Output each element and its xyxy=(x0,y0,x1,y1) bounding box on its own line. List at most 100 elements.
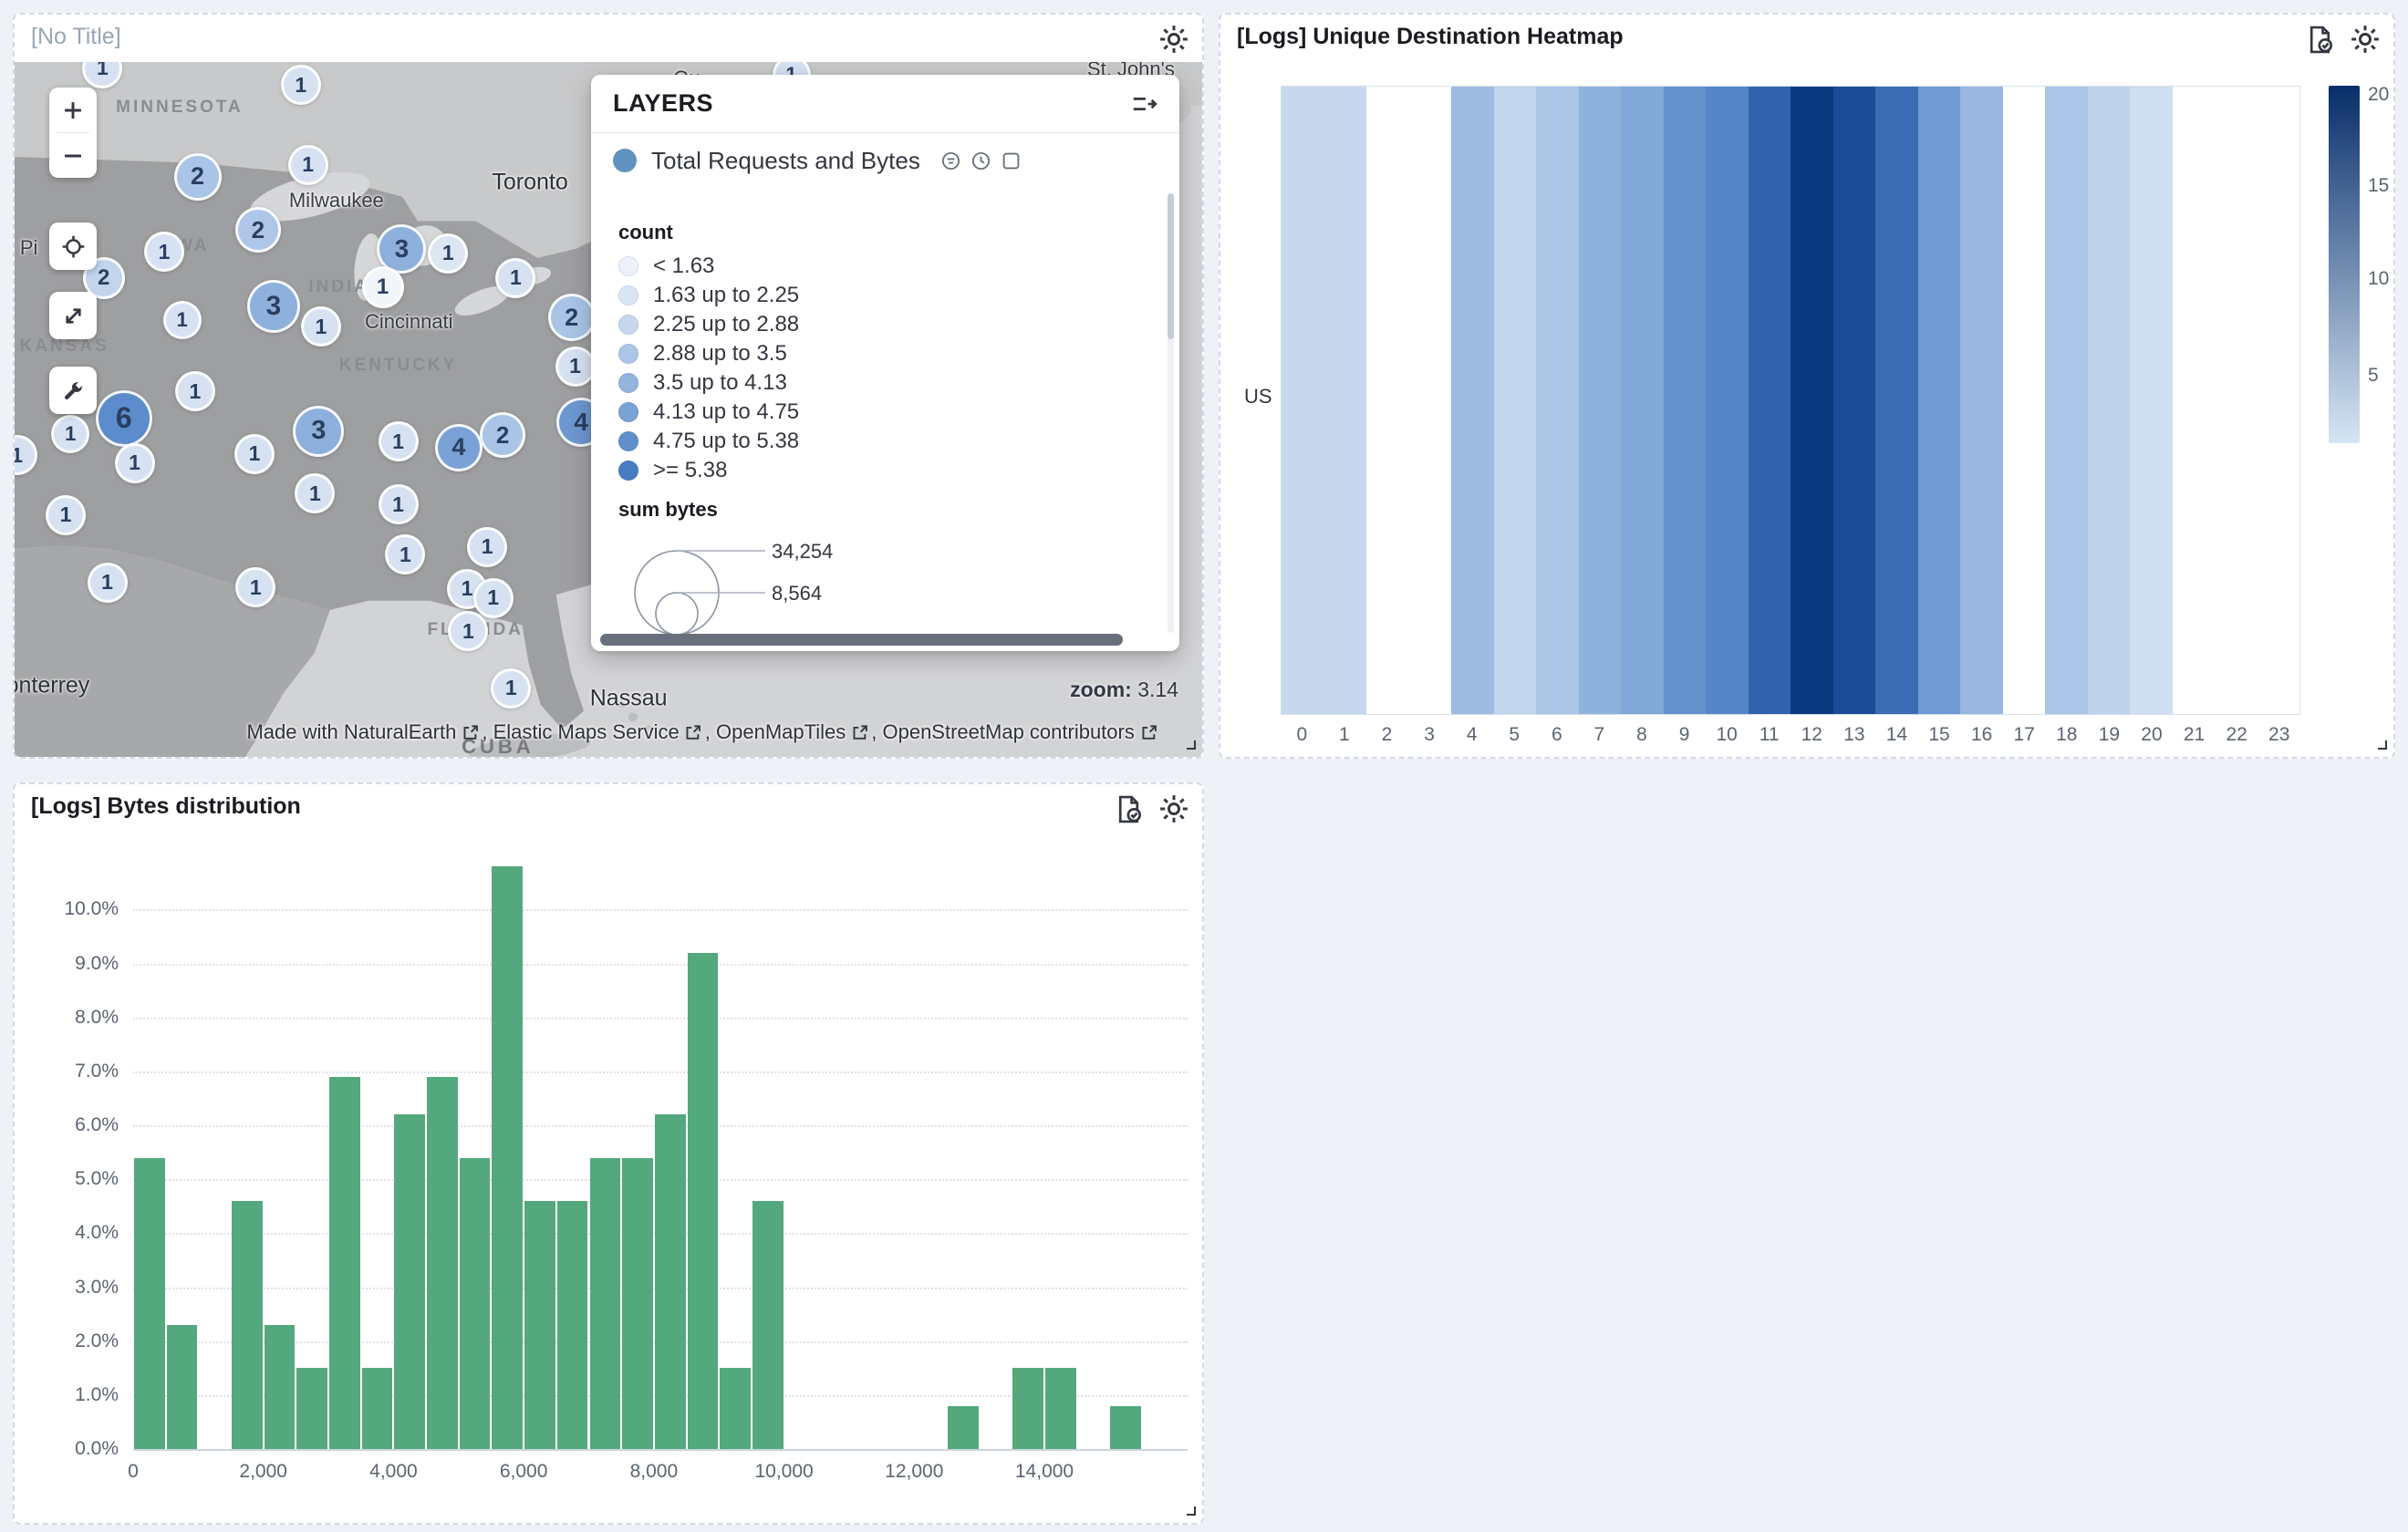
map-cluster[interactable]: 1 xyxy=(234,434,275,474)
heatmap-cell[interactable] xyxy=(1409,87,1452,714)
heatmap-cell[interactable] xyxy=(1579,87,1622,714)
resize-handle[interactable] xyxy=(1179,733,1198,754)
attribution-link[interactable]: NaturalEarth xyxy=(344,720,457,744)
zoom-in-button[interactable] xyxy=(49,88,97,132)
attribution-link[interactable]: OpenStreetMap contributors xyxy=(882,720,1134,744)
map-cluster[interactable]: 3 xyxy=(247,280,300,333)
attribution-link[interactable]: OpenMapTiles xyxy=(716,720,846,744)
histogram-bar[interactable] xyxy=(1045,1368,1076,1449)
map-cluster[interactable]: 1 xyxy=(301,306,341,347)
layer-row[interactable]: Total Requests and Bytes xyxy=(591,133,1179,188)
map-cluster[interactable]: 1 xyxy=(288,145,328,185)
histogram-bar[interactable] xyxy=(296,1368,327,1449)
set-view-button[interactable] xyxy=(49,223,97,270)
panel-title-heatmap[interactable]: [Logs] Unique Destination Heatmap xyxy=(1237,24,1624,50)
histogram-bar[interactable] xyxy=(329,1077,360,1449)
histogram-bar[interactable] xyxy=(720,1368,751,1449)
heatmap-cell[interactable] xyxy=(1960,87,2003,714)
histogram-bar[interactable] xyxy=(394,1114,425,1449)
panel-title-map[interactable]: [No Title] xyxy=(31,24,121,50)
layer-checkbox-icon[interactable] xyxy=(1001,150,1022,171)
gear-icon[interactable] xyxy=(1157,22,1191,57)
map-cluster[interactable]: 1 xyxy=(235,567,275,607)
map-cluster[interactable]: 3 xyxy=(293,406,344,457)
heatmap-cell[interactable] xyxy=(2173,87,2216,714)
map-cluster[interactable]: 1 xyxy=(379,421,419,461)
histogram-bar[interactable] xyxy=(752,1201,784,1449)
heatmap-cell[interactable] xyxy=(2045,87,2088,714)
heatmap-cell[interactable] xyxy=(2258,87,2300,714)
histogram-bar[interactable] xyxy=(622,1158,653,1450)
vertical-scrollbar-thumb[interactable] xyxy=(1168,193,1174,339)
map-cluster[interactable]: 1 xyxy=(144,232,184,272)
heatmap-cell[interactable] xyxy=(1664,87,1707,714)
heatmap-cell[interactable] xyxy=(2003,87,2046,714)
attribution-link[interactable]: Elastic Maps Service xyxy=(493,720,680,744)
heatmap-cell[interactable] xyxy=(1918,87,1961,714)
histogram-bar[interactable] xyxy=(167,1325,198,1449)
resize-handle[interactable] xyxy=(2371,733,2389,754)
map-cluster[interactable]: 2 xyxy=(548,294,596,341)
heatmap-cell[interactable] xyxy=(2215,87,2258,714)
panel-title-bytes[interactable]: [Logs] Bytes distribution xyxy=(31,793,301,820)
histogram-bar[interactable] xyxy=(362,1368,393,1449)
map-cluster[interactable]: 1 xyxy=(467,527,507,567)
map-cluster[interactable]: 1 xyxy=(51,415,89,453)
histogram-bar[interactable] xyxy=(655,1114,686,1449)
fit-to-bounds-button[interactable] xyxy=(49,292,97,339)
histogram-bar[interactable] xyxy=(688,953,719,1449)
file-check-icon[interactable] xyxy=(2302,22,2337,57)
heatmap-cell[interactable] xyxy=(1282,87,1324,714)
file-check-icon[interactable] xyxy=(1111,792,1146,826)
heatmap-cell[interactable] xyxy=(1451,87,1494,714)
heatmap-cell[interactable] xyxy=(1875,87,1918,714)
heatmap-cell[interactable] xyxy=(1706,87,1749,714)
gear-icon[interactable] xyxy=(2348,22,2382,57)
map-cluster[interactable]: 1 xyxy=(281,65,321,105)
draw-tools-button[interactable] xyxy=(49,367,97,414)
vertical-scrollbar[interactable] xyxy=(1168,193,1174,633)
collapse-layers-icon[interactable] xyxy=(1126,87,1161,121)
histogram-bar[interactable] xyxy=(134,1158,165,1450)
histogram-bar[interactable] xyxy=(590,1158,621,1450)
histogram-bar[interactable] xyxy=(265,1325,296,1449)
heatmap-cell[interactable] xyxy=(2088,87,2131,714)
map-cluster[interactable]: 1 xyxy=(82,62,122,88)
layer-settings-icon[interactable] xyxy=(940,150,961,171)
histogram-bar[interactable] xyxy=(1110,1406,1141,1449)
heatmap-cell[interactable] xyxy=(1833,87,1876,714)
histogram-bar[interactable] xyxy=(427,1077,458,1449)
map-cluster[interactable]: 2 xyxy=(480,412,525,458)
heatmap-cell[interactable] xyxy=(1536,87,1579,714)
heatmap-cell[interactable] xyxy=(1366,87,1409,714)
heatmap-cell[interactable] xyxy=(1621,87,1664,714)
map-cluster[interactable]: 4 xyxy=(435,424,483,471)
heatmap-cell[interactable] xyxy=(2130,87,2173,714)
histogram-bar[interactable] xyxy=(948,1406,979,1449)
gear-icon[interactable] xyxy=(1157,792,1191,826)
map-cluster[interactable]: 1 xyxy=(46,495,86,535)
map-cluster[interactable]: 6 xyxy=(96,390,152,447)
heatmap-cell[interactable] xyxy=(1790,87,1833,714)
map-cluster[interactable]: 1 xyxy=(163,301,202,339)
map-cluster[interactable]: 1 xyxy=(362,266,404,308)
map-cluster[interactable]: 2 xyxy=(235,207,281,253)
heatmap-cell[interactable] xyxy=(1749,87,1791,714)
histogram-bar[interactable] xyxy=(557,1201,588,1449)
resize-handle[interactable] xyxy=(1179,1499,1198,1520)
histogram-bar[interactable] xyxy=(1012,1368,1043,1449)
histogram-bar[interactable] xyxy=(492,866,523,1449)
map-cluster[interactable]: 1 xyxy=(473,578,514,618)
histogram-bar[interactable] xyxy=(232,1201,263,1449)
map-cluster[interactable]: 1 xyxy=(379,484,419,524)
map-cluster[interactable]: 1 xyxy=(115,443,155,483)
zoom-out-button[interactable] xyxy=(49,133,97,178)
heatmap-cell[interactable] xyxy=(1494,87,1537,714)
horizontal-scrollbar[interactable] xyxy=(600,634,1123,646)
map-cluster[interactable]: 1 xyxy=(88,563,128,603)
map-cluster[interactable]: 1 xyxy=(448,611,488,651)
map-cluster[interactable]: 1 xyxy=(491,668,531,709)
map-cluster[interactable]: 1 xyxy=(295,473,335,513)
map-cluster[interactable]: 1 xyxy=(428,233,468,274)
map-cluster[interactable]: 2 xyxy=(174,153,222,201)
